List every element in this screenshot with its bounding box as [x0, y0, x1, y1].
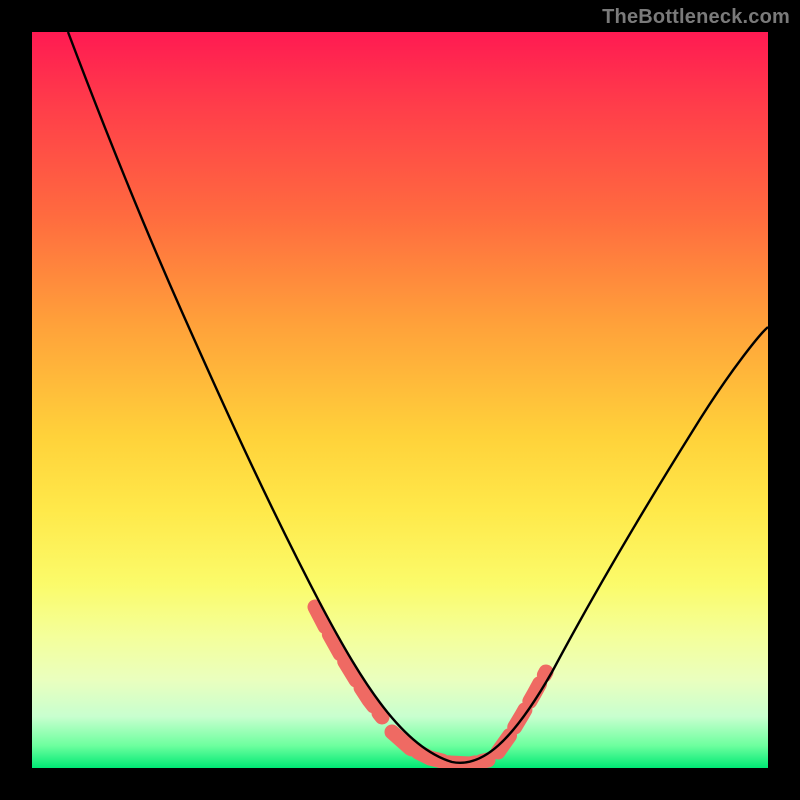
highlight-left: [315, 607, 382, 717]
plot-area: [32, 32, 768, 768]
chart-frame: TheBottleneck.com: [0, 0, 800, 800]
highlight-floor: [392, 732, 488, 764]
bottleneck-curve: [68, 32, 768, 763]
watermark-text: TheBottleneck.com: [602, 6, 790, 29]
curve-layer: [32, 32, 768, 768]
